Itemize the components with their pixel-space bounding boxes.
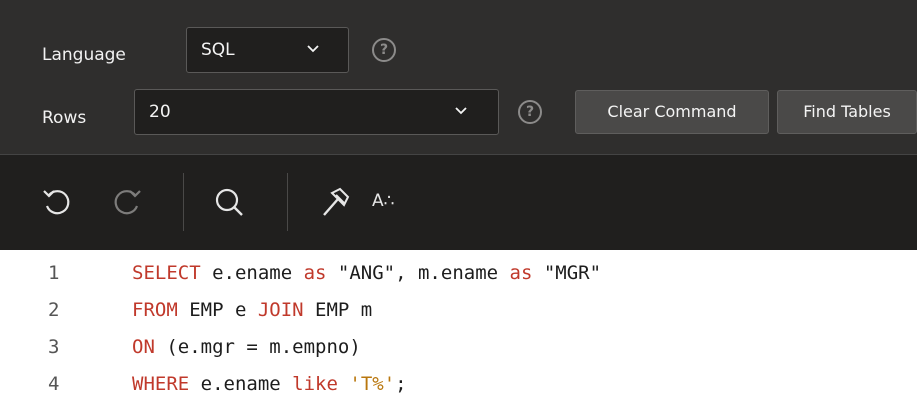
chevron-down-icon — [453, 103, 469, 124]
code-text: ON (e.mgr = m.empno) — [132, 336, 361, 358]
toolbar-divider — [287, 173, 288, 231]
sql-keyword: ON — [132, 336, 155, 358]
search-icon[interactable] — [212, 185, 246, 219]
language-select-value: SQL — [201, 40, 235, 60]
rows-select[interactable]: 20 — [134, 89, 499, 135]
language-help-icon[interactable]: ? — [372, 38, 396, 62]
sql-keyword: WHERE — [132, 373, 190, 395]
hammer-icon[interactable] — [318, 185, 352, 219]
line-number: 2 — [48, 299, 60, 321]
code-token: ; — [395, 373, 407, 395]
sql-string: 'T%' — [349, 373, 396, 395]
code-line[interactable]: 4 WHERE e.ename like 'T%'; — [0, 373, 917, 409]
language-select[interactable]: SQL — [186, 27, 349, 73]
code-text: SELECT e.ename as "ANG", m.ename as "MGR… — [132, 262, 601, 284]
code-token: EMP e — [177, 299, 258, 321]
sql-keyword: as — [303, 262, 327, 284]
code-token: EMP m — [303, 299, 373, 321]
sql-code-editor[interactable]: 1 SELECT e.ename as "ANG", m.ename as "MG… — [0, 250, 917, 418]
line-number: 1 — [48, 262, 60, 284]
clear-command-button[interactable]: Clear Command — [575, 90, 769, 134]
language-label: Language — [42, 45, 126, 65]
sql-keyword: as — [509, 262, 533, 284]
find-tables-button[interactable]: Find Tables — [777, 90, 917, 134]
editor-toolbar: A∴ — [0, 155, 917, 250]
undo-icon[interactable] — [40, 185, 74, 219]
code-token: "ANG", m.ename — [326, 262, 510, 284]
rows-help-icon[interactable]: ? — [518, 100, 542, 124]
code-text: FROM EMP e JOIN EMP m — [132, 299, 372, 321]
redo-icon[interactable] — [110, 185, 144, 219]
code-token: "MGR" — [532, 262, 602, 284]
sql-keyword: like — [292, 373, 338, 395]
chevron-down-icon — [305, 41, 321, 62]
rows-label: Rows — [42, 108, 87, 128]
code-token: e.ename — [189, 373, 293, 395]
sql-settings-bar: Language SQL ? Rows 20 ? Clear Command F… — [0, 0, 917, 155]
code-line[interactable]: 1 SELECT e.ename as "ANG", m.ename as "MG… — [0, 262, 917, 298]
code-token: e.ename — [200, 262, 304, 284]
code-line[interactable]: 2 FROM EMP e JOIN EMP m — [0, 299, 917, 335]
line-number: 3 — [48, 336, 60, 358]
code-token: (e.mgr = m.empno) — [154, 336, 361, 358]
toolbar-divider — [183, 173, 184, 231]
sql-keyword: JOIN — [257, 299, 304, 321]
line-number: 4 — [48, 373, 60, 395]
sql-keyword: FROM — [132, 299, 178, 321]
code-line[interactable]: 3 ON (e.mgr = m.empno) — [0, 336, 917, 372]
sql-keyword: SELECT — [132, 262, 201, 284]
code-text: WHERE e.ename like 'T%'; — [132, 373, 407, 395]
text-format-icon[interactable]: A∴ — [372, 191, 432, 225]
rows-select-value: 20 — [149, 102, 171, 122]
